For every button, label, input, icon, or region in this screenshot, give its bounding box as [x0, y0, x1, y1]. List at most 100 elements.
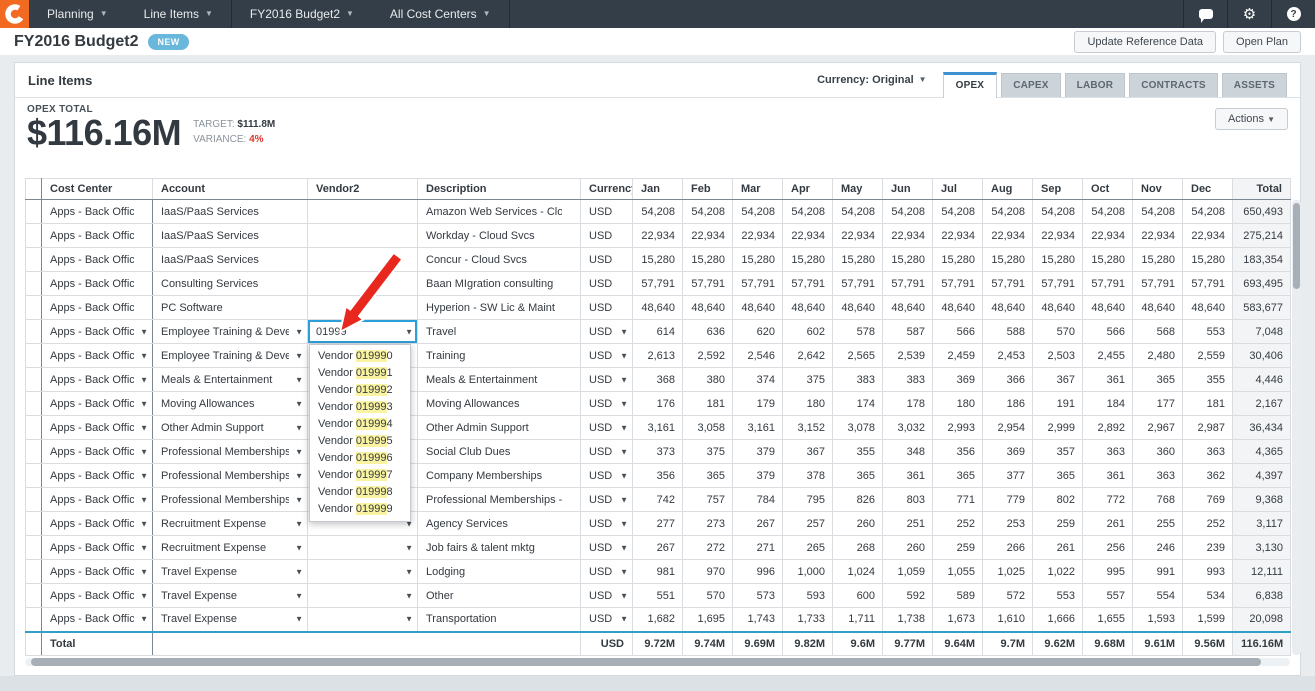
- chevron-down-icon[interactable]: ▼: [295, 615, 303, 624]
- month-value-cell[interactable]: 377: [983, 464, 1033, 488]
- month-value-cell[interactable]: 57,791: [1133, 272, 1183, 296]
- month-value-cell[interactable]: 184: [1083, 392, 1133, 416]
- month-value-cell[interactable]: 22,934: [633, 224, 683, 248]
- month-value-cell[interactable]: 267: [733, 512, 783, 536]
- month-value-cell[interactable]: 22,934: [1083, 224, 1133, 248]
- actions-button[interactable]: Actions ▼: [1215, 108, 1288, 130]
- month-value-cell[interactable]: 174: [833, 392, 883, 416]
- month-value-cell[interactable]: 22,934: [983, 224, 1033, 248]
- month-value-cell[interactable]: 363: [1133, 464, 1183, 488]
- column-header-may[interactable]: May: [833, 179, 883, 200]
- month-value-cell[interactable]: 1,711: [833, 608, 883, 632]
- row-handle[interactable]: [26, 200, 42, 224]
- month-value-cell[interactable]: 48,640: [933, 296, 983, 320]
- currency-cell[interactable]: USD▼: [581, 344, 633, 368]
- month-value-cell[interactable]: 1,025: [983, 560, 1033, 584]
- chevron-down-icon[interactable]: ▼: [140, 591, 148, 600]
- account-cell[interactable]: Meals & Entertainment▼: [153, 368, 308, 392]
- currency-cell[interactable]: USD▼: [581, 392, 633, 416]
- tab-assets[interactable]: ASSETS: [1222, 73, 1287, 97]
- month-value-cell[interactable]: 757: [683, 488, 733, 512]
- chevron-down-icon[interactable]: ▼: [140, 471, 148, 480]
- month-value-cell[interactable]: 252: [1183, 512, 1233, 536]
- vendor-input[interactable]: 01999▼: [308, 320, 418, 344]
- month-value-cell[interactable]: 361: [1083, 464, 1133, 488]
- account-cell[interactable]: Recruitment Expense▼: [153, 536, 308, 560]
- month-value-cell[interactable]: 1,733: [783, 608, 833, 632]
- row-handle[interactable]: [26, 464, 42, 488]
- month-value-cell[interactable]: 361: [1083, 368, 1133, 392]
- month-value-cell[interactable]: 795: [783, 488, 833, 512]
- month-value-cell[interactable]: 261: [1083, 512, 1133, 536]
- currency-cell[interactable]: USD▼: [581, 416, 633, 440]
- month-value-cell[interactable]: 588: [983, 320, 1033, 344]
- month-value-cell[interactable]: 15,280: [683, 248, 733, 272]
- month-value-cell[interactable]: 568: [1133, 320, 1183, 344]
- chevron-down-icon[interactable]: ▼: [140, 519, 148, 528]
- month-value-cell[interactable]: 48,640: [883, 296, 933, 320]
- month-value-cell[interactable]: 379: [733, 464, 783, 488]
- month-value-cell[interactable]: 255: [1133, 512, 1183, 536]
- month-value-cell[interactable]: 378: [783, 464, 833, 488]
- month-value-cell[interactable]: 256: [1083, 536, 1133, 560]
- month-value-cell[interactable]: 15,280: [633, 248, 683, 272]
- vendor-option[interactable]: Vendor 019994: [310, 416, 410, 433]
- month-value-cell[interactable]: 551: [633, 584, 683, 608]
- column-header-vendor2[interactable]: Vendor2: [308, 179, 418, 200]
- month-value-cell[interactable]: 260: [883, 536, 933, 560]
- month-value-cell[interactable]: 272: [683, 536, 733, 560]
- account-cell[interactable]: Moving Allowances▼: [153, 392, 308, 416]
- month-value-cell[interactable]: 380: [683, 368, 733, 392]
- month-value-cell[interactable]: 2,455: [1083, 344, 1133, 368]
- month-value-cell[interactable]: 271: [733, 536, 783, 560]
- column-header-jan[interactable]: Jan: [633, 179, 683, 200]
- month-value-cell[interactable]: 54,208: [633, 200, 683, 224]
- currency-cell[interactable]: USD▼: [581, 488, 633, 512]
- month-value-cell[interactable]: 1,610: [983, 608, 1033, 632]
- horizontal-scrollbar-thumb[interactable]: [31, 658, 1261, 666]
- cost-center-cell[interactable]: Apps - Back Office▼: [42, 608, 153, 632]
- month-value-cell[interactable]: 54,208: [883, 200, 933, 224]
- month-value-cell[interactable]: 348: [883, 440, 933, 464]
- month-value-cell[interactable]: 383: [833, 368, 883, 392]
- month-value-cell[interactable]: 54,208: [983, 200, 1033, 224]
- month-value-cell[interactable]: 2,453: [983, 344, 1033, 368]
- tab-capex[interactable]: CAPEX: [1001, 73, 1060, 97]
- month-value-cell[interactable]: 15,280: [933, 248, 983, 272]
- month-value-cell[interactable]: 772: [1083, 488, 1133, 512]
- month-value-cell[interactable]: 261: [1033, 536, 1083, 560]
- month-value-cell[interactable]: 257: [783, 512, 833, 536]
- month-value-cell[interactable]: 1,655: [1083, 608, 1133, 632]
- month-value-cell[interactable]: 253: [983, 512, 1033, 536]
- month-value-cell[interactable]: 2,546: [733, 344, 783, 368]
- brand-logo[interactable]: [0, 0, 29, 28]
- chevron-down-icon[interactable]: ▼: [405, 615, 413, 624]
- month-value-cell[interactable]: 365: [1133, 368, 1183, 392]
- month-value-cell[interactable]: 553: [1183, 320, 1233, 344]
- chevron-down-icon[interactable]: ▼: [140, 423, 148, 432]
- month-value-cell[interactable]: 2,999: [1033, 416, 1083, 440]
- account-cell[interactable]: Recruitment Expense▼: [153, 512, 308, 536]
- chevron-down-icon[interactable]: ▼: [295, 351, 303, 360]
- month-value-cell[interactable]: 57,791: [933, 272, 983, 296]
- chevron-down-icon[interactable]: ▼: [620, 543, 628, 552]
- month-value-cell[interactable]: 54,208: [783, 200, 833, 224]
- cost-center-cell[interactable]: Apps - Back Office▼: [42, 560, 153, 584]
- month-value-cell[interactable]: 186: [983, 392, 1033, 416]
- month-value-cell[interactable]: 375: [783, 368, 833, 392]
- vendor-option[interactable]: Vendor 019996: [310, 450, 410, 467]
- month-value-cell[interactable]: 362: [1183, 464, 1233, 488]
- month-value-cell[interactable]: 266: [983, 536, 1033, 560]
- chevron-down-icon[interactable]: ▼: [295, 543, 303, 552]
- chevron-down-icon[interactable]: ▼: [295, 327, 303, 336]
- month-value-cell[interactable]: 363: [1083, 440, 1133, 464]
- month-value-cell[interactable]: 15,280: [833, 248, 883, 272]
- month-value-cell[interactable]: 1,055: [933, 560, 983, 584]
- currency-cell[interactable]: USD▼: [581, 536, 633, 560]
- chevron-down-icon[interactable]: ▼: [405, 327, 413, 336]
- column-header-total[interactable]: Total: [1233, 179, 1291, 200]
- month-value-cell[interactable]: 600: [833, 584, 883, 608]
- month-value-cell[interactable]: 57,791: [883, 272, 933, 296]
- month-value-cell[interactable]: 22,934: [783, 224, 833, 248]
- month-value-cell[interactable]: 768: [1133, 488, 1183, 512]
